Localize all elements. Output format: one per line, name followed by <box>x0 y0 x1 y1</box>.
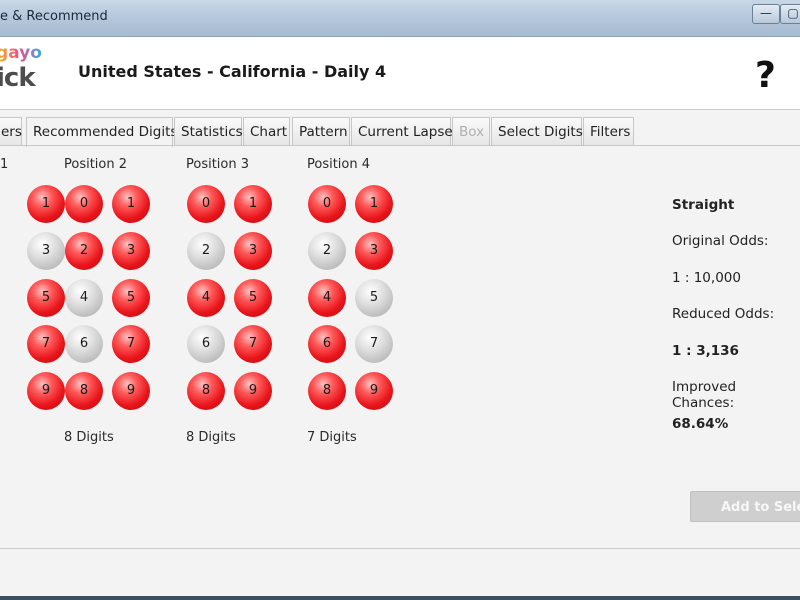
logo-bottom-text: ick <box>0 63 36 93</box>
digit-ball-p4-5[interactable]: 5 <box>355 279 393 317</box>
digit-ball-p4-3[interactable]: 3 <box>355 232 393 270</box>
footer-divider <box>0 548 800 549</box>
digit-ball-p3-6[interactable]: 6 <box>187 325 225 363</box>
help-icon[interactable]: ? <box>755 55 776 96</box>
window-title: e & Recommend <box>0 9 108 24</box>
digit-ball-p2-7[interactable]: 7 <box>112 325 150 363</box>
digit-ball-p3-1[interactable]: 1 <box>234 185 272 223</box>
app-header: gayo ick United States - California - Da… <box>0 37 800 110</box>
play-type: Straight <box>672 197 735 213</box>
digit-ball-p1-3[interactable]: 3 <box>27 232 65 270</box>
digit-ball-p2-5[interactable]: 5 <box>112 279 150 317</box>
reduced-odds-label: Reduced Odds: <box>672 306 775 322</box>
digit-ball-p4-0[interactable]: 0 <box>308 185 346 223</box>
digit-ball-p2-9[interactable]: 9 <box>112 372 150 410</box>
original-odds-label: Original Odds: <box>672 233 769 249</box>
digit-ball-p3-7[interactable]: 7 <box>234 325 272 363</box>
tab-select-digits[interactable]: Select Digits <box>491 117 583 145</box>
digit-ball-p3-8[interactable]: 8 <box>187 372 225 410</box>
digit-ball-p4-7[interactable]: 7 <box>355 325 393 363</box>
logo-top-text: gayo <box>0 43 42 63</box>
tab-box: Box <box>452 117 490 145</box>
digit-ball-p1-1[interactable]: 1 <box>27 185 65 223</box>
original-odds-value: 1 : 10,000 <box>672 270 741 286</box>
title-bar[interactable]: e & Recommend — ▢ <box>0 0 800 37</box>
digit-ball-p1-9[interactable]: 9 <box>27 372 65 410</box>
digit-ball-p3-4[interactable]: 4 <box>187 279 225 317</box>
improved-chances-value: 68.64% <box>672 416 729 432</box>
position-3-digit-count: 8 Digits <box>186 430 236 445</box>
tab-chart[interactable]: Chart <box>243 117 290 145</box>
digit-ball-p3-5[interactable]: 5 <box>234 279 272 317</box>
digit-ball-p2-1[interactable]: 1 <box>112 185 150 223</box>
digit-ball-p1-5[interactable]: 5 <box>27 279 65 317</box>
digit-ball-p3-9[interactable]: 9 <box>234 372 272 410</box>
digit-ball-p3-0[interactable]: 0 <box>187 185 225 223</box>
digit-ball-p2-8[interactable]: 8 <box>65 372 103 410</box>
digit-ball-p2-6[interactable]: 6 <box>65 325 103 363</box>
digit-ball-p4-9[interactable]: 9 <box>355 372 393 410</box>
tab-current-lapse[interactable]: Current Lapse <box>351 117 453 145</box>
digit-ball-p3-2[interactable]: 2 <box>187 232 225 270</box>
digit-ball-p3-3[interactable]: 3 <box>234 232 272 270</box>
reduced-odds-value: 1 : 3,136 <box>672 343 739 359</box>
digit-ball-p4-2[interactable]: 2 <box>308 232 346 270</box>
position-2-digit-count: 8 Digits <box>64 430 114 445</box>
tab-statistics[interactable]: Statistics <box>174 117 243 145</box>
improved-chances-label: Improved Chances: <box>672 379 737 411</box>
position-4-digit-count: 7 Digits <box>307 430 357 445</box>
tab-pattern[interactable]: Pattern <box>292 117 350 145</box>
app-logo: gayo ick <box>0 41 56 101</box>
tab-divider <box>0 145 800 146</box>
digit-ball-p4-8[interactable]: 8 <box>308 372 346 410</box>
page-title: United States - California - Daily 4 <box>78 62 387 81</box>
digit-ball-p2-4[interactable]: 4 <box>65 279 103 317</box>
position-2-label: Position 2 <box>64 157 128 172</box>
tab-filters[interactable]: Filters <box>583 117 634 145</box>
tab-recommended-digits[interactable]: Recommended Digits <box>26 117 177 147</box>
digit-ball-p2-3[interactable]: 3 <box>112 232 150 270</box>
digit-ball-p1-7[interactable]: 7 <box>27 325 65 363</box>
position-1-label: 1 <box>0 157 9 172</box>
digit-ball-p2-0[interactable]: 0 <box>65 185 103 223</box>
tab-ers[interactable]: ers <box>0 117 22 145</box>
maximize-button[interactable]: ▢ <box>780 4 800 24</box>
digit-ball-p4-1[interactable]: 1 <box>355 185 393 223</box>
digit-ball-p4-6[interactable]: 6 <box>308 325 346 363</box>
minimize-button[interactable]: — <box>752 4 780 24</box>
position-3-label: Position 3 <box>186 157 250 172</box>
app-window: e & Recommend — ▢ gayo ick United States… <box>0 0 800 596</box>
digit-ball-p4-4[interactable]: 4 <box>308 279 346 317</box>
add-to-selection-button[interactable]: Add to Selec <box>690 491 800 522</box>
tab-bar: ers Recommended Digits Statistics Chart … <box>0 117 800 147</box>
position-4-label: Position 4 <box>307 157 371 172</box>
digit-ball-p2-2[interactable]: 2 <box>65 232 103 270</box>
